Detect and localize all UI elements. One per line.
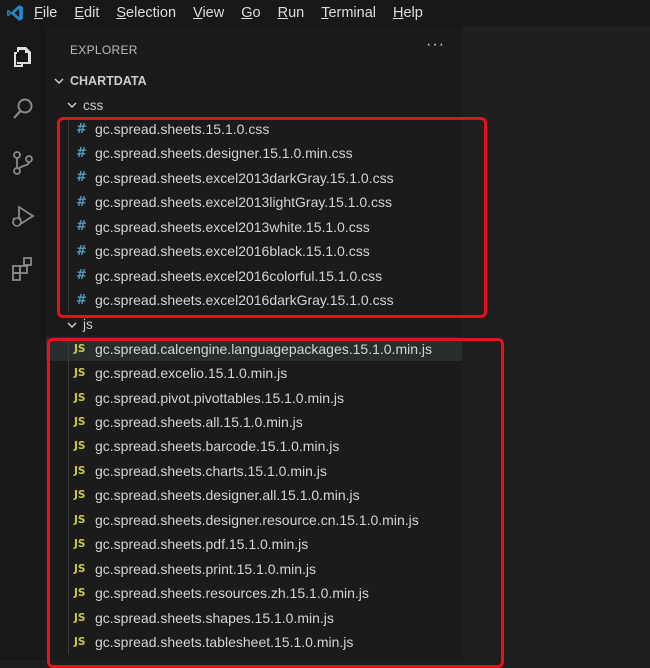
explorer-files-icon[interactable] xyxy=(8,42,38,72)
menu-help[interactable]: Help xyxy=(393,5,423,21)
menu-items: File Edit Selection View Go Run Terminal Help xyxy=(34,0,440,26)
js-highlight-box xyxy=(47,338,504,668)
root-folder-row[interactable]: CHARTDATA xyxy=(46,69,462,93)
vscode-logo-icon xyxy=(7,5,23,21)
menu-file[interactable]: File xyxy=(34,5,57,21)
folder-label: js xyxy=(83,317,93,333)
more-actions-button[interactable]: ··· xyxy=(426,36,445,54)
source-control-icon[interactable] xyxy=(8,148,38,178)
menu-view[interactable]: View xyxy=(193,5,224,21)
folder-row-css[interactable]: css xyxy=(46,93,462,117)
chevron-down-icon xyxy=(67,322,77,328)
menu-go[interactable]: Go xyxy=(241,5,260,21)
css-highlight-box xyxy=(57,117,487,318)
activity-bar xyxy=(0,26,46,660)
folder-label: css xyxy=(83,97,104,113)
menu-terminal[interactable]: Terminal xyxy=(321,5,376,21)
explorer-title: EXPLORER xyxy=(70,43,138,57)
menu-selection[interactable]: Selection xyxy=(116,5,176,21)
chevron-down-icon xyxy=(54,78,64,85)
menu-edit[interactable]: Edit xyxy=(74,5,99,21)
search-icon[interactable] xyxy=(8,94,38,124)
menu-run[interactable]: Run xyxy=(278,5,305,21)
chevron-down-icon xyxy=(67,102,77,109)
run-and-debug-icon[interactable] xyxy=(8,201,38,231)
extensions-icon[interactable] xyxy=(8,254,38,284)
root-folder-label: CHARTDATA xyxy=(70,74,147,88)
menu-bar: File Edit Selection View Go Run Terminal Help xyxy=(0,0,650,26)
